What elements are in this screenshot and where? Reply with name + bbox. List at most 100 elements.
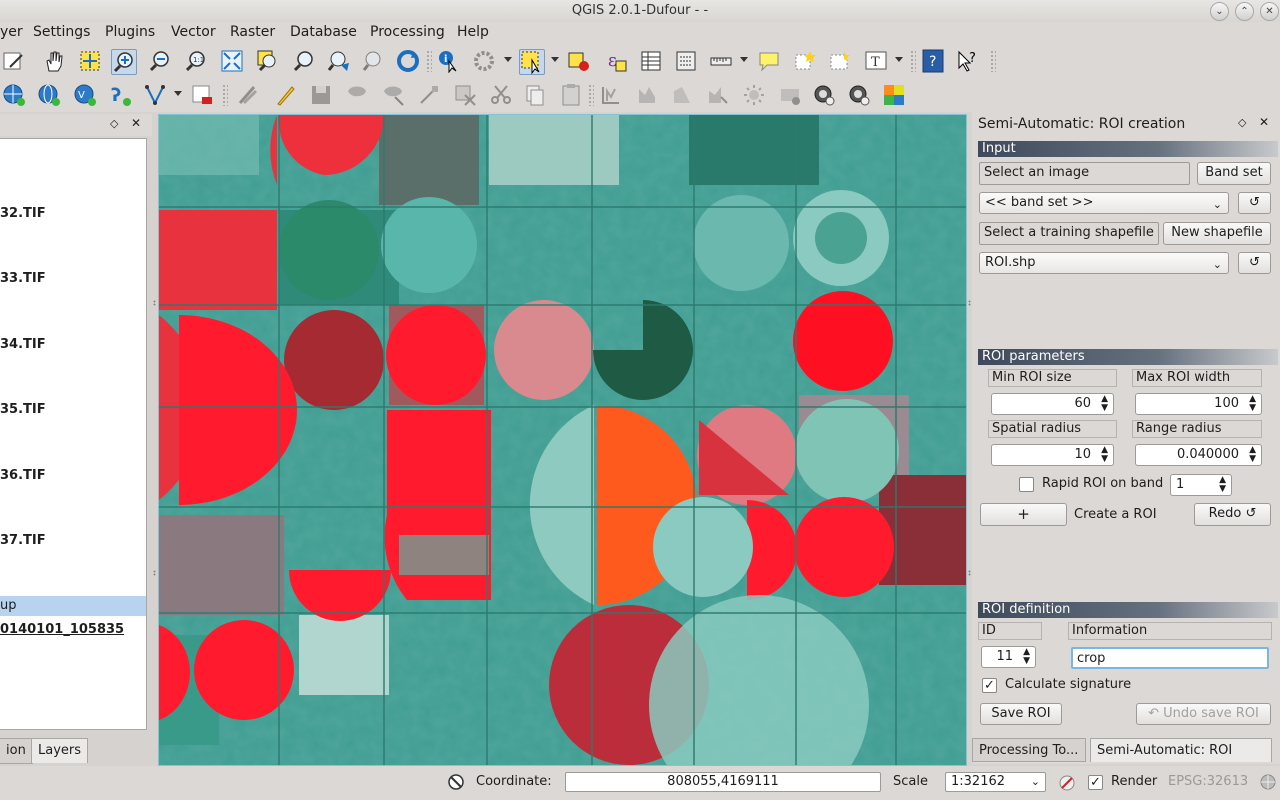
spin-arrows-icon[interactable]: ▲ ▼ <box>1249 445 1256 464</box>
coordinate-toggle-icon[interactable] <box>447 773 465 791</box>
toggle-editing-icon[interactable] <box>273 83 297 107</box>
layer-item[interactable]: 35.TIF <box>0 402 46 417</box>
identify-icon[interactable]: i <box>437 49 461 73</box>
selected-layer-group[interactable]: up <box>0 596 146 616</box>
tab-browser[interactable]: ion <box>0 738 33 764</box>
shapefile-combo[interactable]: ROI.shp ⌄ <box>979 252 1229 274</box>
roi-information-input[interactable]: crop <box>1071 647 1269 669</box>
menu-raster[interactable]: Raster <box>230 24 275 40</box>
save-roi-button[interactable]: Save ROI <box>980 703 1062 725</box>
create-roi-button[interactable]: + <box>980 503 1067 526</box>
crs-label[interactable]: EPSG:32613 <box>1168 774 1248 789</box>
pan-hand-icon[interactable] <box>42 49 66 73</box>
map-canvas[interactable] <box>158 114 967 766</box>
remove-layer-icon[interactable] <box>190 83 214 107</box>
zoom-to-selection-icon[interactable] <box>256 49 280 73</box>
zoom-full-icon[interactable] <box>220 49 244 73</box>
spin-arrows-icon[interactable]: ▲ ▼ <box>1101 445 1108 464</box>
menu-settings[interactable]: Settings <box>33 24 90 40</box>
show-hide-labels-icon[interactable] <box>670 83 694 107</box>
refresh-shapefiles-button[interactable]: ↺ <box>1238 252 1271 274</box>
splitter-handle[interactable] <box>968 300 971 306</box>
whats-this-icon[interactable]: ? <box>956 49 980 73</box>
scp-plugin-icon[interactable] <box>882 83 906 107</box>
splitter-handle[interactable] <box>968 570 971 576</box>
deselect-icon[interactable] <box>567 49 591 73</box>
show-bookmarks-icon[interactable] <box>828 49 852 73</box>
zoom-out-icon[interactable] <box>148 49 172 73</box>
tab-roi-creation[interactable]: Semi-Automatic: ROI cre... <box>1090 738 1272 782</box>
new-bookmark-icon[interactable] <box>793 49 817 73</box>
new-shapefile-layer-icon[interactable] <box>143 83 167 107</box>
zoom-native-icon[interactable]: 1:1 <box>184 49 208 73</box>
crs-globe-icon[interactable] <box>1259 773 1277 791</box>
attribute-table-icon[interactable] <box>639 49 663 73</box>
undo-save-roi-button[interactable]: ↶ Undo save ROI <box>1136 703 1271 725</box>
spatial-radius-spinbox[interactable]: 10 ▲ ▼ <box>991 444 1114 466</box>
move-feature-icon[interactable] <box>381 83 405 107</box>
chevron-down-icon[interactable] <box>504 57 512 62</box>
splitter-handle[interactable] <box>153 570 156 576</box>
layer-item[interactable]: 32.TIF <box>0 206 46 221</box>
add-feature-icon[interactable] <box>345 83 369 107</box>
band-set-combo[interactable]: << band set >> ⌄ <box>979 192 1229 214</box>
render-checkbox[interactable]: ✓ <box>1088 775 1103 790</box>
pin-labels-icon[interactable] <box>635 83 659 107</box>
zoom-next-icon[interactable] <box>362 49 386 73</box>
chevron-down-icon[interactable] <box>551 57 559 62</box>
copy-features-icon[interactable] <box>523 83 547 107</box>
max-roi-width-spinbox[interactable]: 100 ▲ ▼ <box>1135 393 1262 415</box>
close-panel-icon[interactable]: ✕ <box>131 116 141 130</box>
current-edits-icon[interactable] <box>236 83 260 107</box>
min-roi-size-spinbox[interactable]: 60 ▲ ▼ <box>991 393 1114 415</box>
new-shapefile-button[interactable]: New shapefile <box>1163 222 1271 245</box>
roi-id-spinbox[interactable]: 11 ▲ ▼ <box>981 646 1036 668</box>
add-wcs-layer-icon[interactable] <box>37 83 61 107</box>
menu-database[interactable]: Database <box>290 24 357 40</box>
redo-button[interactable]: Redo ↺ <box>1194 503 1271 526</box>
add-delimited-layer-icon[interactable]: ʔ <box>108 83 132 107</box>
cut-features-icon[interactable] <box>489 83 513 107</box>
layer-group-child[interactable]: 0140101_105835 <box>0 622 124 637</box>
splitter-handle[interactable] <box>153 300 156 306</box>
calculate-signature-checkbox[interactable]: ✓ <box>982 678 997 693</box>
roi-redo-icon[interactable] <box>847 83 871 107</box>
zoom-in-icon[interactable] <box>111 49 137 75</box>
close-icon[interactable]: ✕ <box>1260 2 1279 21</box>
tab-processing-toolbox[interactable]: Processing To... <box>972 738 1086 762</box>
refresh-icon[interactable] <box>396 49 420 73</box>
menu-layer[interactable]: yer <box>0 24 23 40</box>
edit-pencil-icon[interactable] <box>2 49 26 73</box>
rapid-roi-checkbox[interactable] <box>1019 477 1034 492</box>
rotate-label-icon[interactable] <box>742 83 766 107</box>
rapid-roi-band-spinbox[interactable]: 1 ▲ ▼ <box>1170 474 1232 496</box>
menu-processing[interactable]: Processing <box>370 24 445 40</box>
roi-tool-icon[interactable] <box>812 83 836 107</box>
action-gear-icon[interactable] <box>472 49 496 73</box>
close-dock-icon[interactable]: ✕ <box>1259 115 1269 129</box>
spin-arrows-icon[interactable]: ▲ ▼ <box>1023 647 1030 666</box>
layer-item[interactable]: 34.TIF <box>0 337 46 352</box>
stop-render-icon[interactable] <box>1057 773 1077 793</box>
chevron-down-icon[interactable] <box>174 91 182 96</box>
field-calculator-icon[interactable] <box>674 49 698 73</box>
scale-combo[interactable]: 1:32162 ⌄ <box>945 772 1046 792</box>
menu-vector[interactable]: Vector <box>171 24 216 40</box>
zoom-to-layer-icon[interactable] <box>292 49 316 73</box>
float-icon[interactable]: ◇ <box>110 117 118 130</box>
refresh-images-button[interactable]: ↺ <box>1238 192 1271 214</box>
spin-arrows-icon[interactable]: ▲ ▼ <box>1101 394 1108 413</box>
spin-arrows-icon[interactable]: ▲ ▼ <box>1219 475 1226 494</box>
select-by-expression-icon[interactable]: ε <box>604 49 628 73</box>
delete-selected-icon[interactable] <box>453 83 477 107</box>
menu-help[interactable]: Help <box>457 24 489 40</box>
add-wfs-layer-icon[interactable]: V <box>73 83 97 107</box>
layer-item[interactable]: 36.TIF <box>0 468 46 483</box>
add-wms-layer-icon[interactable] <box>2 83 26 107</box>
select-features-icon[interactable] <box>519 49 545 75</box>
float-icon[interactable]: ◇ <box>1238 116 1246 129</box>
maximize-icon[interactable]: ⌃ <box>1235 2 1254 21</box>
move-label-icon[interactable] <box>705 83 729 107</box>
label-icon[interactable] <box>599 83 623 107</box>
help-contents-icon[interactable]: ? <box>921 49 945 73</box>
